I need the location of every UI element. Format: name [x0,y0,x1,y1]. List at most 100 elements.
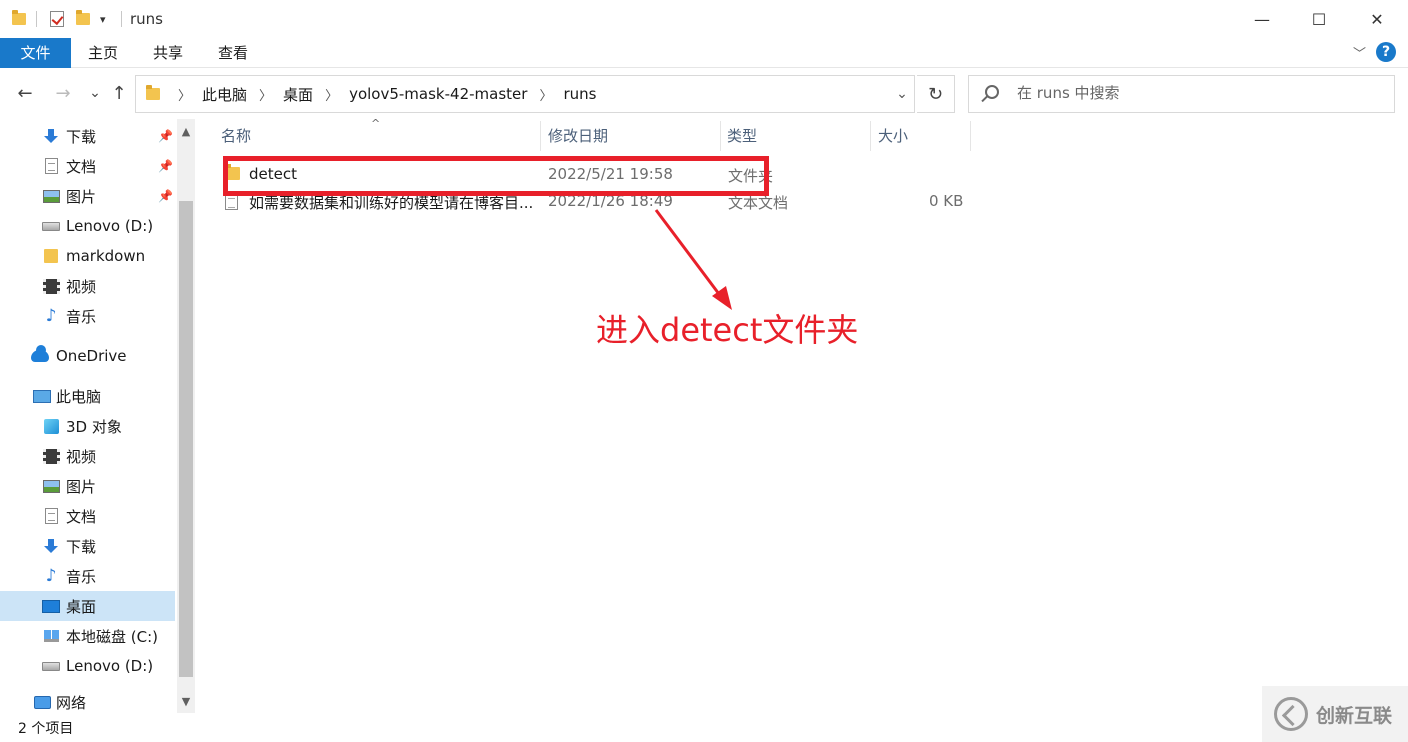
column-header-type[interactable]: 类型 [727,125,757,149]
column-header-name[interactable]: 名称 [221,125,251,149]
pin-icon[interactable]: 📌 [158,129,173,143]
music-icon: ♪ [45,306,57,326]
sidebar-item-downloads-quick[interactable]: 下载 📌 [0,121,175,151]
video-icon [42,448,60,464]
column-header-date[interactable]: 修改日期 [548,125,608,149]
sidebar-item-music-quick[interactable]: ♪ 音乐 [0,301,175,331]
search-box[interactable] [968,75,1395,113]
sidebar-item-lenovo-d[interactable]: Lenovo (D:) [0,651,175,681]
sidebar-item-label: 下载 [66,127,97,146]
sidebar-item-network[interactable]: 网络 [0,691,175,713]
sidebar-item-documents[interactable]: 文档 [0,501,175,531]
forward-button[interactable]: → [52,83,74,104]
document-icon [42,508,60,524]
folder-icon [146,85,160,100]
chevron-right-icon[interactable]: 〉 [259,85,272,104]
sidebar-item-label: 视频 [66,277,97,296]
back-button[interactable]: ← [14,83,36,104]
sidebar-item-markdown[interactable]: markdown [0,241,175,271]
refresh-button[interactable]: ↻ [917,75,955,113]
watermark-logo-icon [1274,697,1308,731]
sidebar-item-pictures[interactable]: 图片 [0,471,175,501]
properties-check-icon[interactable] [50,10,64,28]
music-icon: ♪ [45,566,57,586]
divider [121,11,122,27]
customize-toolbar-icon[interactable]: ▾ [100,10,106,28]
document-icon [42,158,60,174]
sidebar-item-label: Lenovo (D:) [66,217,154,235]
chevron-down-icon[interactable]: ﹀ [1353,43,1366,62]
chevron-right-icon[interactable]: 〉 [539,85,552,104]
sidebar-item-label: 此电脑 [56,387,102,406]
maximize-button[interactable]: ☐ [1290,0,1348,38]
minimize-button[interactable]: — [1233,0,1291,38]
sidebar-item-label: 下载 [66,537,97,556]
sidebar-item-onedrive[interactable]: OneDrive [0,341,175,371]
breadcrumb: 〉 此电脑 〉 桌面 〉 yolov5-mask-42-master 〉 run… [166,76,596,112]
column-divider[interactable] [540,121,541,151]
scroll-thumb[interactable] [179,201,193,677]
sidebar-item-3d-objects[interactable]: 3D 对象 [0,411,175,441]
file-list-pane: ^ 名称 修改日期 类型 大小 detect 2022/5/21 19:58 文… [197,117,1408,713]
sidebar-item-desktop[interactable]: 桌面 [0,591,175,621]
sidebar-scrollbar[interactable]: ▲ ▼ [177,119,195,713]
search-input[interactable] [1017,84,1377,102]
address-dropdown-button[interactable]: ⌄ [890,75,914,113]
sidebar-item-label: 音乐 [66,567,97,586]
file-size: 0 KB [929,192,964,210]
sidebar-item-label: 视频 [66,447,97,466]
sidebar-item-music[interactable]: ♪ 音乐 [0,561,175,591]
sidebar-item-lenovo-d-quick[interactable]: Lenovo (D:) [0,211,175,241]
text-file-icon [225,194,238,210]
divider [36,11,37,27]
sidebar-item-label: 3D 对象 [66,417,122,436]
sidebar-item-this-pc[interactable]: 此电脑 [0,381,175,411]
column-divider[interactable] [970,121,971,151]
sidebar-item-downloads[interactable]: 下载 [0,531,175,561]
this-pc-icon [33,388,51,404]
column-divider[interactable] [870,121,871,151]
annotation-text: 进入detect文件夹 [596,311,859,349]
tab-home[interactable]: 主页 [78,38,128,68]
help-icon[interactable]: ? [1376,42,1396,62]
breadcrumb-project[interactable]: yolov5-mask-42-master [349,85,527,103]
tab-file[interactable]: 文件 [0,38,71,68]
chevron-right-icon[interactable]: 〉 [178,85,191,104]
new-folder-icon[interactable] [76,10,90,28]
column-header-size[interactable]: 大小 [878,125,908,149]
ribbon-tabs: 文件 主页 共享 查看 ﹀ ? [0,38,1408,68]
item-count: 2 个项目 [18,721,74,737]
sidebar-item-label: 图片 [66,187,97,206]
download-icon [42,128,60,144]
pin-icon[interactable]: 📌 [158,159,173,173]
picture-icon [42,188,60,204]
tab-share[interactable]: 共享 [143,38,193,68]
video-icon [42,278,60,294]
sidebar-item-videos-quick[interactable]: 视频 [0,271,175,301]
chevron-right-icon[interactable]: 〉 [325,85,338,104]
scroll-up-button[interactable]: ▲ [177,121,195,141]
sidebar-item-videos[interactable]: 视频 [0,441,175,471]
network-icon [33,694,51,710]
highlight-box [223,156,769,196]
breadcrumb-desktop[interactable]: 桌面 [283,84,313,105]
close-button[interactable]: ✕ [1348,0,1406,38]
address-bar[interactable]: 〉 此电脑 〉 桌面 〉 yolov5-mask-42-master 〉 run… [135,75,915,113]
tab-view[interactable]: 查看 [208,38,258,68]
folder-icon [42,248,60,264]
recent-locations-button[interactable]: ⌄ [84,85,106,101]
sidebar-item-documents-quick[interactable]: 文档 📌 [0,151,175,181]
breadcrumb-runs[interactable]: runs [563,85,596,103]
pin-icon[interactable]: 📌 [158,189,173,203]
sidebar-item-label: 桌面 [66,597,97,616]
sidebar-item-label: Lenovo (D:) [66,657,154,675]
watermark-text: 创新互联 [1316,704,1393,727]
breadcrumb-this-pc[interactable]: 此电脑 [202,84,247,105]
sidebar-item-local-disk-c[interactable]: 本地磁盘 (C:) [0,621,175,651]
column-divider[interactable] [720,121,721,151]
scroll-down-button[interactable]: ▼ [177,691,195,711]
up-button[interactable]: ↑ [108,83,130,104]
search-icon [985,85,999,99]
sidebar-item-pictures-quick[interactable]: 图片 📌 [0,181,175,211]
sidebar-item-label: OneDrive [56,347,127,365]
